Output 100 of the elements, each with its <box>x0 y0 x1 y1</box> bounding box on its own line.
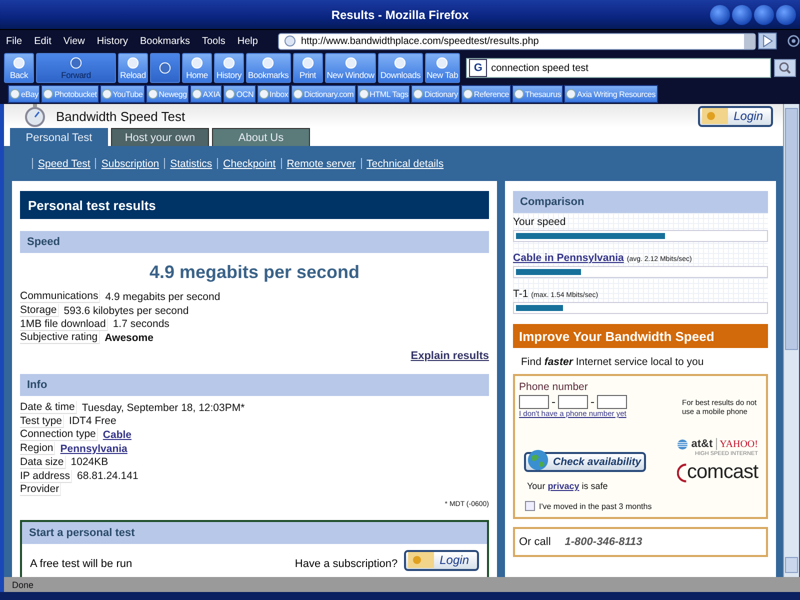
speed-result: 4.9 megabits per second <box>148 262 361 283</box>
search-button[interactable] <box>774 59 796 77</box>
field-value[interactable]: Pennsylvania <box>60 442 128 455</box>
address-field[interactable]: http://www.bandwidthplace.com/speedtest/results.php <box>278 32 756 50</box>
bookmark-item[interactable]: Inbox <box>256 85 290 103</box>
field-label: Test type <box>20 414 64 428</box>
check-availability-button[interactable]: Check availability <box>524 452 646 472</box>
circle-icon <box>436 56 448 68</box>
field-label: Phone number <box>519 381 589 393</box>
scrollbar-thumb[interactable] <box>785 108 798 350</box>
tab[interactable]: About Us <box>212 128 310 146</box>
key-icon <box>408 552 434 568</box>
toolbar-button[interactable]: Reload <box>118 53 148 83</box>
window-control-button[interactable] <box>732 5 752 25</box>
window-control-button[interactable] <box>754 5 774 25</box>
logo-text: YAHOO! <box>720 438 758 450</box>
bookmark-icon <box>566 89 576 99</box>
field-value: 593.6 kilobytes per second <box>64 304 189 317</box>
tab[interactable]: Host your own <box>111 128 209 146</box>
toolbar-button[interactable]: Home <box>182 53 212 83</box>
menu-item[interactable]: History <box>96 36 128 46</box>
bookmark-icon <box>413 89 424 99</box>
section-heading: Start a personal test <box>22 522 487 544</box>
input-field[interactable] <box>558 395 588 409</box>
toolbar-button[interactable]: History <box>214 53 244 83</box>
toolbar-button[interactable]: Bookmarks <box>246 53 291 83</box>
menu-item[interactable]: File <box>6 36 22 46</box>
window-control-button[interactable] <box>776 5 796 25</box>
field-value: 1024KB <box>70 456 108 468</box>
bookmark-item[interactable]: Dictionary.com <box>291 85 356 103</box>
bookmark-item[interactable]: Dictionary <box>411 85 460 103</box>
bookmark-icon <box>358 89 369 99</box>
nav-link[interactable]: Subscription <box>101 158 160 170</box>
bookmark-item[interactable]: Newegg <box>146 85 189 103</box>
bookmark-item[interactable]: YouTube <box>100 85 145 103</box>
bookmark-item[interactable]: Axia Writing Resources <box>564 85 658 103</box>
bookmark-item[interactable]: Photobucket <box>41 85 99 103</box>
info-text: A free test will be run <box>30 558 134 570</box>
menu-item[interactable]: Edit <box>34 36 52 46</box>
tab[interactable]: Personal Test <box>10 128 108 146</box>
menu-item[interactable]: Tools <box>202 36 226 46</box>
field-label: IP address <box>20 470 72 483</box>
toolbar-button[interactable]: New Window <box>324 53 376 83</box>
menu-item[interactable]: Help <box>237 36 258 46</box>
field-label: Date & time <box>20 401 77 414</box>
subscription-text: Have a subscription? <box>294 558 398 570</box>
nav-link[interactable]: Checkpoint <box>223 158 276 170</box>
toolbar-button[interactable]: Print <box>292 53 323 83</box>
phone-number: 1-800-346-8113 <box>564 536 642 548</box>
menu-item[interactable]: View <box>63 36 85 46</box>
logo-text: at&t <box>691 438 717 450</box>
checkbox-label: I've moved in the past 3 months <box>539 502 652 510</box>
input-field[interactable] <box>597 395 627 409</box>
login-button[interactable]: Login <box>404 550 479 571</box>
login-button[interactable]: Login <box>698 106 773 126</box>
circle-icon <box>127 56 139 68</box>
comparison-label[interactable]: Cable in Pennsylvania <box>513 252 624 264</box>
nav-link[interactable]: Remote server <box>286 158 356 170</box>
privacy-text: Your privacy is safe <box>527 481 609 491</box>
privacy-link[interactable]: privacy <box>548 481 580 491</box>
circle-icon <box>302 56 314 68</box>
search-field[interactable]: G connection speed test <box>466 58 771 78</box>
bookmark-item[interactable]: HTML Tags <box>356 85 410 103</box>
toolbar-button[interactable]: New Tab <box>424 53 460 83</box>
window-title: Results - Mozilla Firefox <box>331 8 469 22</box>
circle-icon <box>223 56 235 68</box>
circle-icon <box>394 56 406 68</box>
input-field[interactable] <box>519 395 549 409</box>
bookmark-item[interactable]: Thesaurus <box>512 85 564 103</box>
bookmark-icon <box>293 89 304 99</box>
search-engine-icon[interactable]: G <box>469 59 488 77</box>
go-button[interactable] <box>758 32 777 50</box>
arc-icon <box>677 462 688 484</box>
menu-item[interactable]: Bookmarks <box>140 36 190 46</box>
nav-link[interactable]: Technical details <box>366 158 444 170</box>
explain-results-link[interactable]: Explain results <box>410 350 489 362</box>
circle-icon <box>262 56 274 68</box>
nav-link[interactable]: Speed Test <box>38 158 90 170</box>
bookmark-item[interactable]: OCN <box>223 85 256 103</box>
field-value: 68.81.24.141 <box>77 470 138 482</box>
field-label: Region <box>20 442 56 456</box>
logo-text: comcast <box>687 461 758 484</box>
section-heading: Info <box>20 374 489 396</box>
bookmark-item[interactable]: Reference <box>460 85 512 103</box>
circle-icon <box>159 62 171 74</box>
toolbar-button[interactable]: Downloads <box>378 53 423 83</box>
bookmark-item[interactable]: AXIA <box>190 85 222 103</box>
bookmark-icon <box>258 89 269 99</box>
nav-link[interactable]: Statistics <box>170 158 212 170</box>
field-value[interactable]: Cable <box>102 428 132 441</box>
window-control-button[interactable] <box>710 5 730 25</box>
scrollbar[interactable] <box>783 104 799 577</box>
circle-icon <box>344 56 357 68</box>
checkbox[interactable] <box>525 501 535 511</box>
field-label: Data size <box>20 456 66 469</box>
settings-icon[interactable] <box>786 34 800 48</box>
comparison-label: Your speed <box>513 216 566 228</box>
bookmark-item[interactable]: eBay <box>8 85 40 103</box>
toolbar-button[interactable]: Back <box>4 53 34 83</box>
bookmark-icon <box>514 89 524 99</box>
